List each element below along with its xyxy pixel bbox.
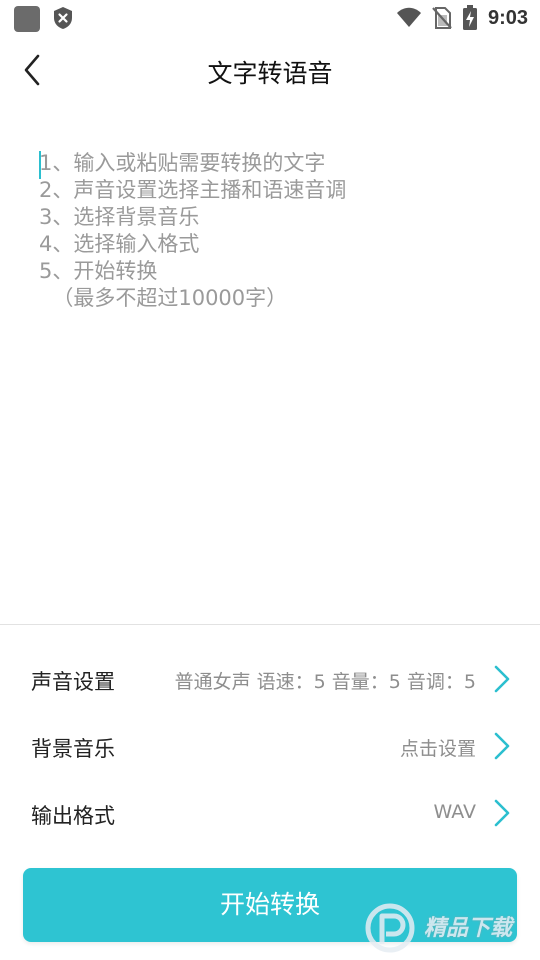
chevron-right-icon	[494, 665, 510, 693]
chevron-right-icon	[494, 732, 510, 760]
voice-settings-row[interactable]: 声音设置 普通女声 语速：5 音量：5 音调：5	[0, 648, 540, 712]
placeholder-line: 2、声音设置选择主播和语速音调	[39, 178, 347, 202]
background-music-row[interactable]: 背景音乐 点击设置	[0, 715, 540, 779]
placeholder-line: 4、选择输入格式	[39, 232, 200, 256]
voice-settings-value: 普通女声 语速：5 音量：5 音调：5	[174, 671, 476, 693]
placeholder-line: （最多不超过10000字）	[39, 286, 288, 310]
page-title: 文字转语音	[207, 59, 333, 88]
status-bar: 9:03	[0, 0, 540, 36]
background-music-label: 背景音乐	[31, 737, 115, 761]
app-icon	[14, 6, 40, 32]
shield-icon	[54, 7, 72, 29]
placeholder-line: 1、输入或粘贴需要转换的文字	[39, 151, 326, 175]
text-input-placeholder: 1、输入或粘贴需要转换的文字 2、声音设置选择主播和语速音调 3、选择背景音乐 4、选…	[39, 150, 519, 312]
watermark-logo: 精品下载	[364, 900, 534, 956]
background-music-value: 点击设置	[399, 738, 476, 760]
clock: 9:03	[487, 6, 528, 29]
no-sim-icon	[432, 7, 452, 29]
output-format-row[interactable]: 输出格式 WAV	[0, 782, 540, 846]
status-icons: 9:03	[396, 4, 528, 32]
placeholder-line: 5、开始转换	[39, 259, 158, 283]
output-format-label: 输出格式	[31, 804, 115, 828]
watermark-p-icon	[365, 903, 415, 953]
battery-charging-icon	[462, 5, 477, 30]
watermark-text: 精品下载	[424, 916, 513, 941]
output-format-value: WAV	[433, 801, 476, 823]
chevron-right-icon	[494, 799, 510, 827]
wifi-icon	[396, 7, 421, 27]
toolbar: 文字转语音	[0, 36, 540, 104]
voice-settings-label: 声音设置	[31, 670, 115, 694]
divider	[0, 624, 540, 625]
placeholder-line: 3、选择背景音乐	[39, 205, 200, 229]
